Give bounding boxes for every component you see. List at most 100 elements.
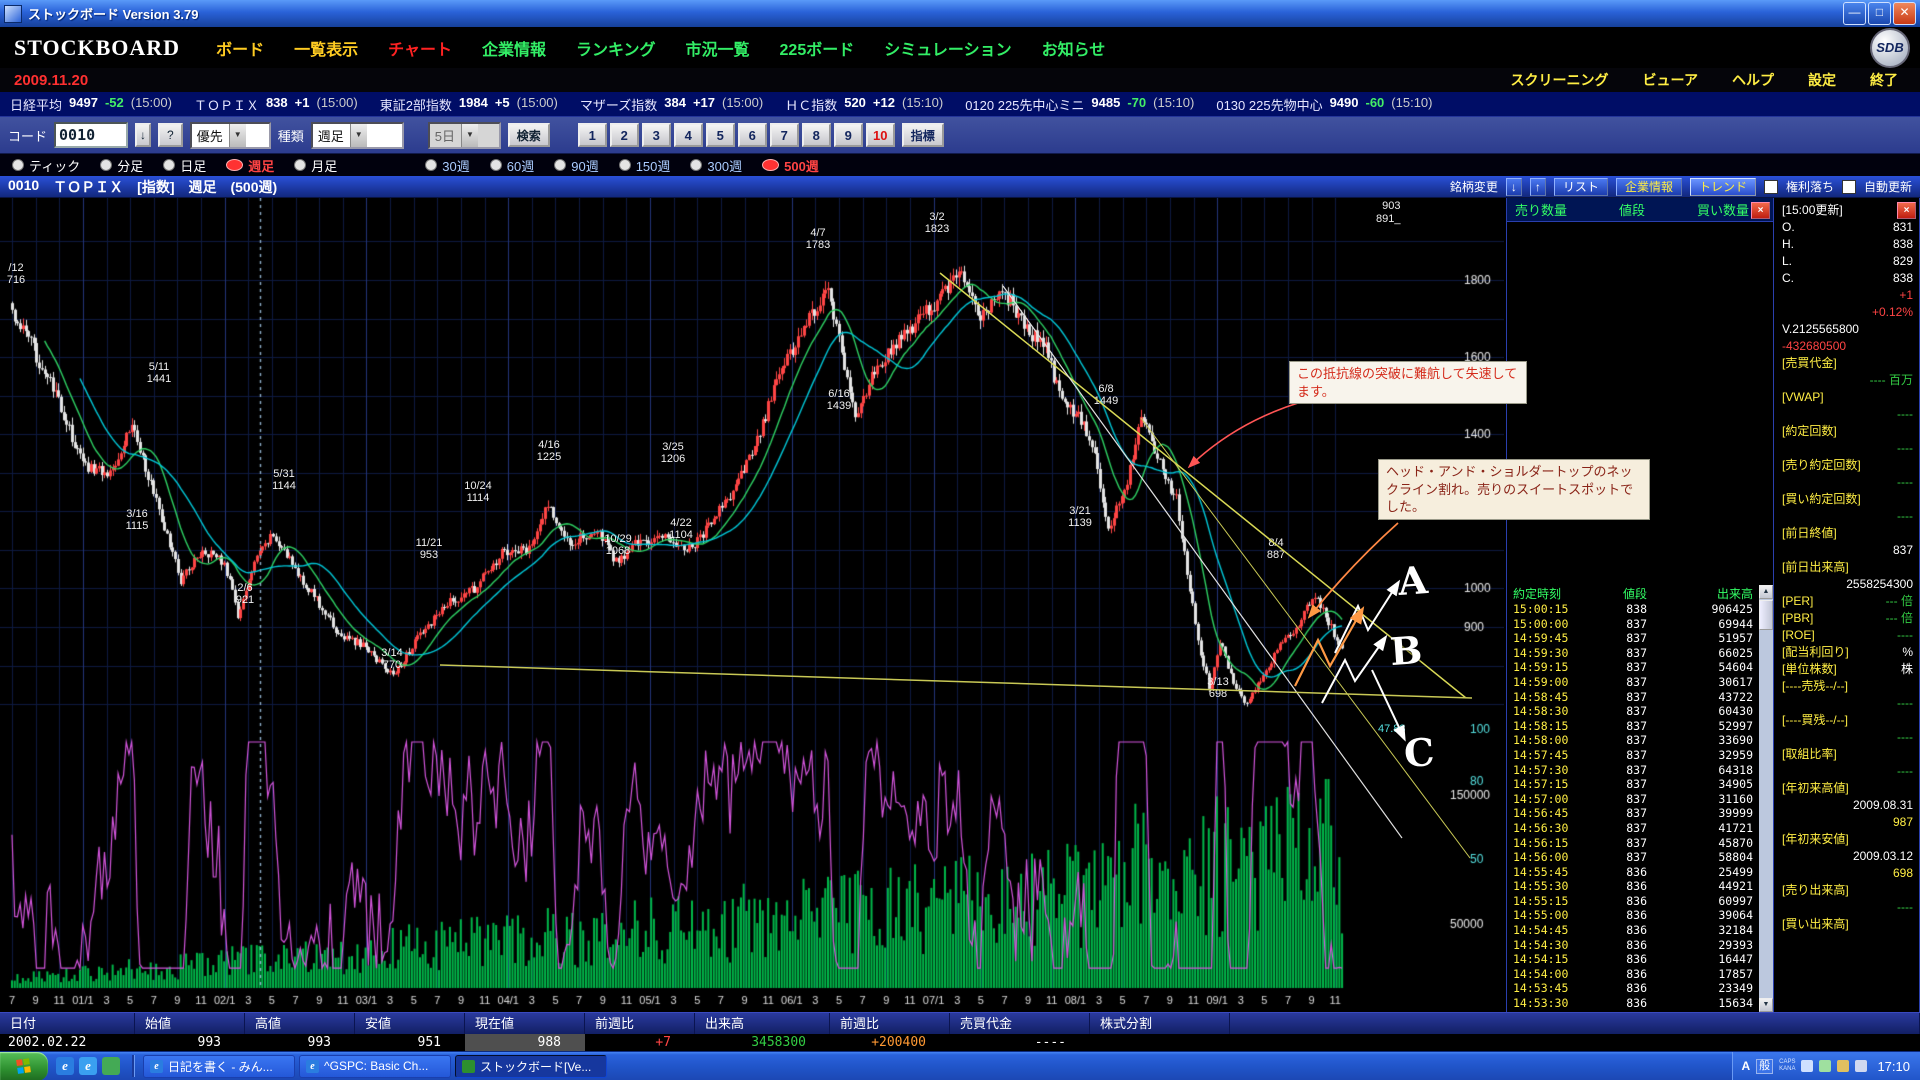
menu-item-ランキング[interactable]: ランキング xyxy=(576,36,656,60)
period-button-6[interactable]: 6 xyxy=(738,123,767,147)
search-button[interactable]: 検索 xyxy=(508,123,550,147)
scroll-down-icon[interactable]: ▼ xyxy=(1759,998,1773,1012)
period-button-10[interactable]: 10 xyxy=(866,123,895,147)
desktop-icon[interactable] xyxy=(102,1057,120,1075)
menu-item-ボード[interactable]: ボード xyxy=(216,36,264,60)
menu-item-市況一覧[interactable]: 市況一覧 xyxy=(686,36,750,60)
auto-update-checkbox[interactable] xyxy=(1842,180,1856,194)
code-dropdown-button[interactable]: ↓ xyxy=(135,123,151,147)
info-row: [PBR]--- 倍 xyxy=(1776,610,1919,627)
chevron-down-icon[interactable]: ▼ xyxy=(461,124,478,147)
window-title: ストックボード Version 3.79 xyxy=(28,4,1841,23)
scroll-thumb[interactable] xyxy=(1759,600,1773,630)
link-ヘルプ[interactable]: ヘルプ xyxy=(1732,70,1774,90)
menu-item-225ボード[interactable]: 225ボード xyxy=(780,36,855,60)
trade-volume: 906425 xyxy=(1647,602,1761,617)
link-設定[interactable]: 設定 xyxy=(1808,70,1836,90)
period-button-8[interactable]: 8 xyxy=(802,123,831,147)
period-button-4[interactable]: 4 xyxy=(674,123,703,147)
minimize-button[interactable]: — xyxy=(1843,2,1866,25)
swing-label: 5/11 1441 xyxy=(147,361,171,385)
code-input[interactable] xyxy=(54,122,128,148)
maximize-button[interactable]: □ xyxy=(1868,2,1891,25)
info-label: O. xyxy=(1782,219,1795,236)
period-button-7[interactable]: 7 xyxy=(770,123,799,147)
corp-info-button[interactable]: 企業情報 xyxy=(1616,178,1682,196)
trade-time: 14:59:00 xyxy=(1513,675,1589,690)
menu-item-シミュレーション[interactable]: シミュレーション xyxy=(884,36,1011,60)
trade-volume: 43722 xyxy=(1647,690,1761,705)
scroll-up-icon[interactable]: ▲ xyxy=(1759,585,1773,599)
period-radio-日足[interactable]: 日足 xyxy=(163,156,206,175)
volume-icon[interactable] xyxy=(1801,1060,1813,1072)
start-button[interactable] xyxy=(0,1052,48,1080)
ime-mode-indicator[interactable]: A xyxy=(1741,1059,1750,1073)
trade-volume: 39999 xyxy=(1647,806,1761,821)
menu-item-一覧表示[interactable]: 一覧表示 xyxy=(294,36,358,60)
period-radio-90週[interactable]: 90週 xyxy=(554,156,598,175)
close-panel-button[interactable]: × xyxy=(1751,202,1770,219)
list-button[interactable]: リスト xyxy=(1554,178,1608,196)
period-radio-分足[interactable]: 分足 xyxy=(100,156,143,175)
indicator-button[interactable]: 指標 xyxy=(902,123,944,147)
security-shield-icon[interactable] xyxy=(1819,1060,1831,1072)
price-chart-canvas[interactable] xyxy=(0,198,1504,1012)
period-radio-60週[interactable]: 60週 xyxy=(490,156,534,175)
ime-general-indicator[interactable]: 般 xyxy=(1756,1059,1773,1074)
period-button-1[interactable]: 1 xyxy=(578,123,607,147)
swing-label: 4/7 1783 xyxy=(806,227,830,251)
priority-select[interactable]: 優先▼ xyxy=(190,122,271,149)
info-value: 株 xyxy=(1901,661,1913,678)
period-button-5[interactable]: 5 xyxy=(706,123,735,147)
period-radio-30週[interactable]: 30週 xyxy=(425,156,469,175)
trade-price: 837 xyxy=(1589,660,1647,675)
trend-button[interactable]: トレンド xyxy=(1690,178,1756,196)
period-radio-ティック[interactable]: ティック xyxy=(12,156,80,175)
period-button-3[interactable]: 3 xyxy=(642,123,671,147)
rights-falloff-checkbox[interactable] xyxy=(1764,180,1778,194)
kind-select[interactable]: 週足▼ xyxy=(311,122,404,149)
radio-label: 月足 xyxy=(311,156,337,175)
task-button-ストックボード[Ve...[interactable]: ストックボード[Ve... xyxy=(455,1055,607,1078)
usb-icon[interactable] xyxy=(1855,1060,1867,1072)
trade-time: 14:59:15 xyxy=(1513,660,1589,675)
trade-time: 14:56:00 xyxy=(1513,850,1589,865)
period-radio-300週[interactable]: 300週 xyxy=(690,156,742,175)
day5-select[interactable]: 5日▼ xyxy=(428,122,501,149)
help-button[interactable]: ? xyxy=(158,123,183,147)
menu-item-チャート[interactable]: チャート xyxy=(388,36,452,60)
bottom-value: 988 xyxy=(465,1034,585,1051)
ie-icon[interactable]: e xyxy=(79,1057,97,1075)
radio-icon xyxy=(619,159,631,171)
trade-price: 836 xyxy=(1589,952,1647,967)
ticker-item: ＨＣ指数520+12(15:10) xyxy=(785,95,943,114)
page-buttons: 12345678910 xyxy=(578,123,895,147)
chevron-down-icon[interactable]: ▼ xyxy=(350,124,367,147)
period-radio-150週[interactable]: 150週 xyxy=(619,156,671,175)
task-button-日記を書く - みん...[interactable]: e日記を書く - みん... xyxy=(143,1055,295,1078)
close-button[interactable]: ✕ xyxy=(1893,2,1916,25)
prev-symbol-button[interactable]: ↓ xyxy=(1506,178,1522,196)
trade-price: 836 xyxy=(1589,967,1647,982)
trade-volume: 51957 xyxy=(1647,631,1761,646)
ie-icon[interactable]: e xyxy=(56,1057,74,1075)
period-radio-500週[interactable]: 500週 xyxy=(762,156,819,175)
link-終了[interactable]: 終了 xyxy=(1870,70,1898,90)
period-button-2[interactable]: 2 xyxy=(610,123,639,147)
radio-label: 30週 xyxy=(442,156,469,175)
link-ビューア[interactable]: ビューア xyxy=(1643,70,1698,90)
bottom-value: +200400 xyxy=(830,1034,950,1051)
period-button-9[interactable]: 9 xyxy=(834,123,863,147)
link-スクリーニング[interactable]: スクリーニング xyxy=(1511,70,1609,90)
network-icon[interactable] xyxy=(1837,1060,1849,1072)
menu-item-お知らせ[interactable]: お知らせ xyxy=(1042,36,1106,60)
trade-row: 14:56:1583745870 xyxy=(1507,836,1761,851)
chevron-down-icon[interactable]: ▼ xyxy=(229,124,246,147)
info-row: ---- xyxy=(1776,695,1919,712)
period-radio-週足[interactable]: 週足 xyxy=(226,156,274,175)
next-symbol-button[interactable]: ↑ xyxy=(1530,178,1546,196)
menu-item-企業情報[interactable]: 企業情報 xyxy=(482,36,546,60)
tns-scrollbar[interactable]: ▲ ▼ xyxy=(1759,585,1773,1012)
task-button-^GSPC: Basic Ch...[interactable]: e^GSPC: Basic Ch... xyxy=(299,1055,451,1078)
period-radio-月足[interactable]: 月足 xyxy=(294,156,337,175)
